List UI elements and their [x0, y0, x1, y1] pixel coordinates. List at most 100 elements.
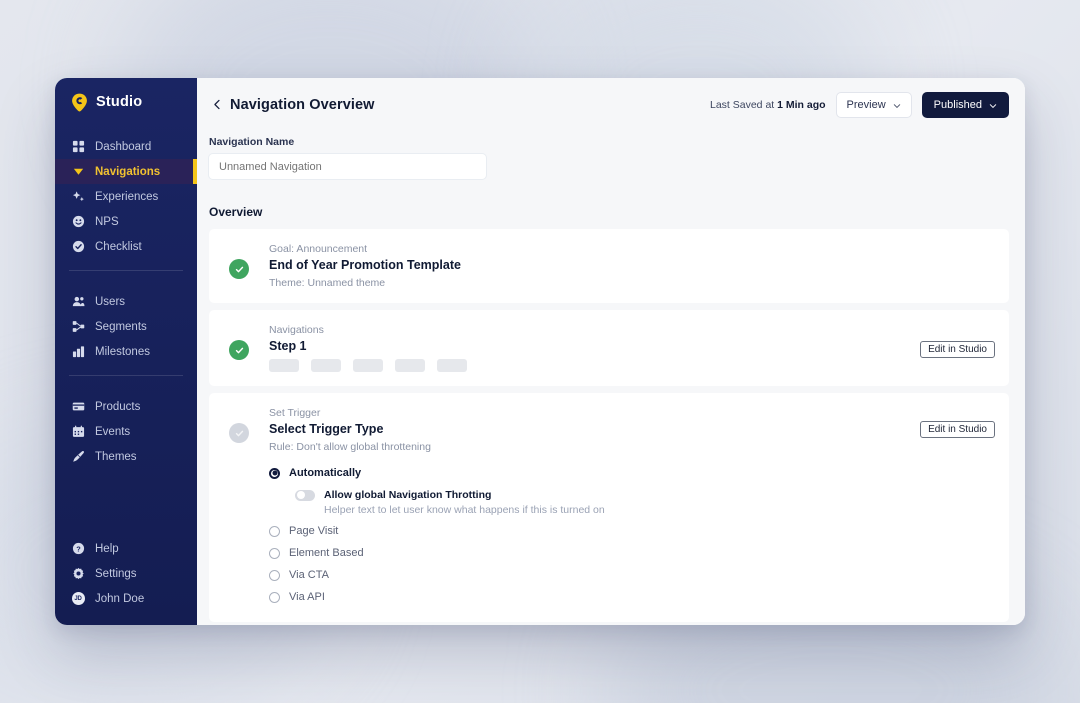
- card-body: Set Trigger Select Trigger Type Rule: Do…: [269, 407, 995, 608]
- card-body: Navigations Step 1: [269, 324, 995, 372]
- throttling-toggle-switch[interactable]: [295, 489, 315, 501]
- sidebar-primary-group: Dashboard Navigations Experiences NPS Ch…: [55, 134, 197, 259]
- brush-icon: [71, 450, 85, 464]
- radio-option-via-api[interactable]: Via API: [269, 586, 985, 608]
- check-circle-icon: [229, 340, 249, 360]
- sidebar-item-label: Checklist: [95, 240, 142, 253]
- sidebar-divider: [69, 375, 183, 376]
- check-circle-icon: [229, 259, 249, 279]
- card-status: [209, 407, 269, 608]
- overview-card-set-trigger: Set Trigger Select Trigger Type Rule: Do…: [209, 393, 1009, 622]
- preview-button-label: Preview: [846, 98, 886, 111]
- throttling-toggle-block: Allow global Navigation Throtting Helper…: [295, 489, 985, 516]
- sidebar-item-segments[interactable]: Segments: [55, 314, 197, 339]
- sidebar-divider: [69, 270, 183, 271]
- users-icon: [71, 295, 85, 309]
- overview-section-title: Overview: [209, 205, 263, 219]
- app-window: Studio Dashboard Navigations Experiences: [55, 78, 1025, 625]
- sidebar-item-dashboard[interactable]: Dashboard: [55, 134, 197, 159]
- radio-option-automatically[interactable]: Automatically: [269, 462, 985, 484]
- skeleton-chip: [311, 359, 341, 372]
- sidebar-item-products[interactable]: Products: [55, 394, 197, 419]
- check-circle-icon: [229, 423, 249, 443]
- card-subnote: Rule: Don't allow global throttening: [269, 441, 431, 453]
- radio-icon: [269, 547, 280, 559]
- throttling-helper-text: Helper text to let user know what happen…: [324, 504, 605, 516]
- sidebar: Studio Dashboard Navigations Experiences: [55, 78, 197, 625]
- sidebar-item-user-profile[interactable]: JD John Doe: [55, 586, 197, 611]
- sidebar-item-themes[interactable]: Themes: [55, 444, 197, 469]
- radio-icon: [269, 467, 280, 479]
- step-thumbnail-placeholders: [269, 359, 985, 372]
- skeleton-chip: [353, 359, 383, 372]
- sidebar-item-users[interactable]: Users: [55, 289, 197, 314]
- sidebar-item-label: NPS: [95, 215, 119, 228]
- calendar-icon: [71, 425, 85, 439]
- radio-option-element-based[interactable]: Element Based: [269, 542, 985, 564]
- card-status: [209, 243, 269, 289]
- sidebar-item-experiences[interactable]: Experiences: [55, 184, 197, 209]
- card-eyebrow: Navigations: [269, 324, 324, 336]
- radio-icon: [269, 525, 280, 537]
- skeleton-chip: [437, 359, 467, 372]
- gear-icon: [71, 567, 85, 581]
- brand: Studio: [55, 78, 197, 126]
- avatar: JD: [71, 592, 85, 606]
- radio-icon: [269, 591, 280, 603]
- sparkle-icon: [71, 190, 85, 204]
- main-area: Navigation Overview Last Saved at 1 Min …: [197, 78, 1025, 625]
- overview-card-step-1: Navigations Step 1 Edit in Studio: [209, 310, 1009, 386]
- card-eyebrow: Goal: Announcement: [269, 243, 368, 255]
- studio-logo-icon: [71, 93, 88, 112]
- card-eyebrow: Set Trigger: [269, 407, 321, 419]
- topbar: Navigation Overview Last Saved at 1 Min …: [197, 78, 1025, 131]
- last-saved-prefix: Last Saved at: [709, 98, 778, 111]
- sidebar-item-navigations[interactable]: Navigations: [55, 159, 197, 184]
- radio-label: Automatically: [289, 467, 362, 479]
- skeleton-chip: [269, 359, 299, 372]
- sidebar-item-label: Navigations: [95, 165, 161, 178]
- throttling-toggle-label: Allow global Navigation Throtting: [324, 489, 492, 501]
- check-circle-icon: [71, 240, 85, 254]
- page-title: Navigation Overview: [230, 96, 375, 113]
- sidebar-item-help[interactable]: ? Help: [55, 536, 197, 561]
- radio-label: Page Visit: [289, 525, 339, 537]
- last-saved-value: 1 Min ago: [777, 98, 826, 111]
- segments-icon: [71, 320, 85, 334]
- card-status: [209, 324, 269, 372]
- last-saved-status: Last Saved at 1 Min ago: [710, 99, 826, 111]
- edit-in-studio-button[interactable]: Edit in Studio: [920, 341, 995, 358]
- sidebar-item-checklist[interactable]: Checklist: [55, 234, 197, 259]
- card-icon: [71, 400, 85, 414]
- radio-option-via-cta[interactable]: Via CTA: [269, 564, 985, 586]
- avatar-initials: JD: [71, 592, 85, 605]
- chevron-down-icon: [989, 101, 997, 109]
- sidebar-item-label: John Doe: [95, 592, 145, 605]
- svg-text:?: ?: [76, 544, 81, 553]
- topbar-actions: Last Saved at 1 Min ago Preview Publishe…: [710, 91, 1009, 118]
- radio-label: Element Based: [289, 547, 364, 559]
- sidebar-item-settings[interactable]: Settings: [55, 561, 197, 586]
- help-circle-icon: ?: [71, 542, 85, 556]
- sidebar-item-events[interactable]: Events: [55, 419, 197, 444]
- sidebar-item-milestones[interactable]: Milestones: [55, 339, 197, 364]
- preview-button[interactable]: Preview: [835, 91, 912, 118]
- radio-option-page-visit[interactable]: Page Visit: [269, 520, 985, 542]
- sidebar-item-label: Segments: [95, 320, 147, 333]
- milestones-icon: [71, 345, 85, 359]
- sidebar-item-label: Milestones: [95, 345, 150, 358]
- overview-card-goal: Goal: Announcement End of Year Promotion…: [209, 229, 1009, 303]
- edit-in-studio-button[interactable]: Edit in Studio: [920, 421, 995, 438]
- chevron-left-icon[interactable]: [209, 97, 225, 113]
- radio-label: Via CTA: [289, 569, 329, 581]
- smiley-icon: [71, 215, 85, 229]
- published-button[interactable]: Published: [921, 91, 1009, 118]
- throttling-toggle-row[interactable]: Allow global Navigation Throtting: [295, 489, 985, 501]
- content-scroll-area[interactable]: Navigation Name Overview Goal: Announcem…: [197, 131, 1025, 625]
- navigation-name-input[interactable]: [209, 154, 486, 179]
- sidebar-item-label: Settings: [95, 567, 137, 580]
- sidebar-item-label: Themes: [95, 450, 137, 463]
- filter-triangle-icon: [71, 165, 85, 179]
- sidebar-item-nps[interactable]: NPS: [55, 209, 197, 234]
